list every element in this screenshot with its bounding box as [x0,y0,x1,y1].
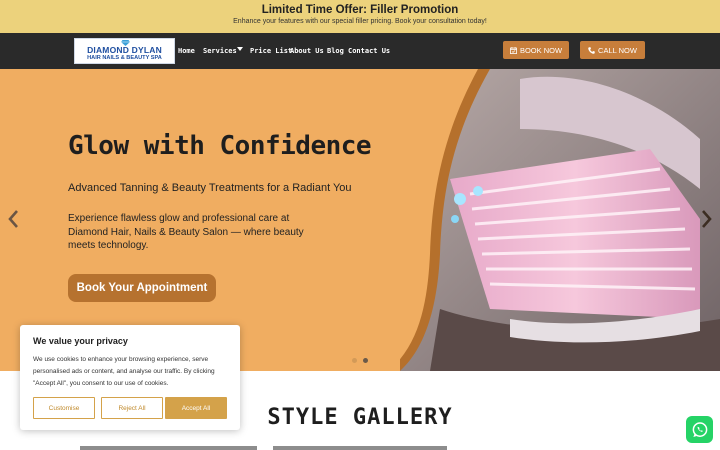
slider-dot-2[interactable] [363,358,368,363]
whatsapp-button[interactable] [686,416,713,443]
promo-title: Limited Time Offer: Filler Promotion [261,4,459,16]
nav-item-services[interactable]: Services [203,47,237,55]
hero-subtitle: Advanced Tanning & Beauty Treatments for… [68,182,352,194]
nav-item-blog[interactable]: Blog [327,47,344,55]
gallery-image[interactable] [80,446,257,450]
customise-button[interactable]: Customise [33,397,95,419]
slider-dot-1[interactable] [352,358,357,363]
book-appointment-button[interactable]: Book Your Appointment [68,274,216,302]
site-logo[interactable]: DIAMOND DYLAN HAIR NAILS & BEAUTY SPA [74,38,175,64]
cookie-title: We value your privacy [33,336,128,346]
nav-item-price-list[interactable]: Price List [250,47,292,55]
nav-item-home[interactable]: Home [178,47,195,55]
hero-title: Glow with Confidence [68,131,372,161]
accept-all-button[interactable]: Accept All [165,397,227,419]
chevron-down-icon[interactable] [237,47,243,51]
page: Limited Time Offer: Filler Promotion Enh… [0,0,720,450]
cookie-consent-banner: We value your privacy We use cookies to … [20,325,240,430]
gallery-image[interactable] [273,446,447,450]
nav-item-about-us[interactable]: About Us [290,47,324,55]
book-now-label: BOOK NOW [519,45,563,55]
logo-line2: HAIR NAILS & BEAUTY SPA [87,55,162,61]
cookie-text: We use cookies to enhance your browsing … [33,356,215,387]
chevron-right-icon[interactable] [701,209,713,229]
call-now-button[interactable]: CALL NOW [580,41,645,59]
nav-item-contact-us[interactable]: Contact Us [348,47,390,55]
call-now-label: CALL NOW [598,45,637,55]
hero-body: Experience flawless glow and professiona… [68,213,304,251]
promo-subtitle: Enhance your features with our special f… [233,18,487,25]
chevron-left-icon[interactable] [7,209,19,229]
logo-line1: DIAMOND DYLAN [87,45,162,55]
tanning-bed-photo [400,69,720,371]
book-now-button[interactable]: BOOK NOW [503,41,569,59]
calendar-icon [509,46,517,54]
promo-bar: Limited Time Offer: Filler Promotion Enh… [0,0,720,33]
reject-all-button[interactable]: Reject All [101,397,163,419]
phone-icon [588,46,595,54]
whatsapp-icon [692,421,707,437]
